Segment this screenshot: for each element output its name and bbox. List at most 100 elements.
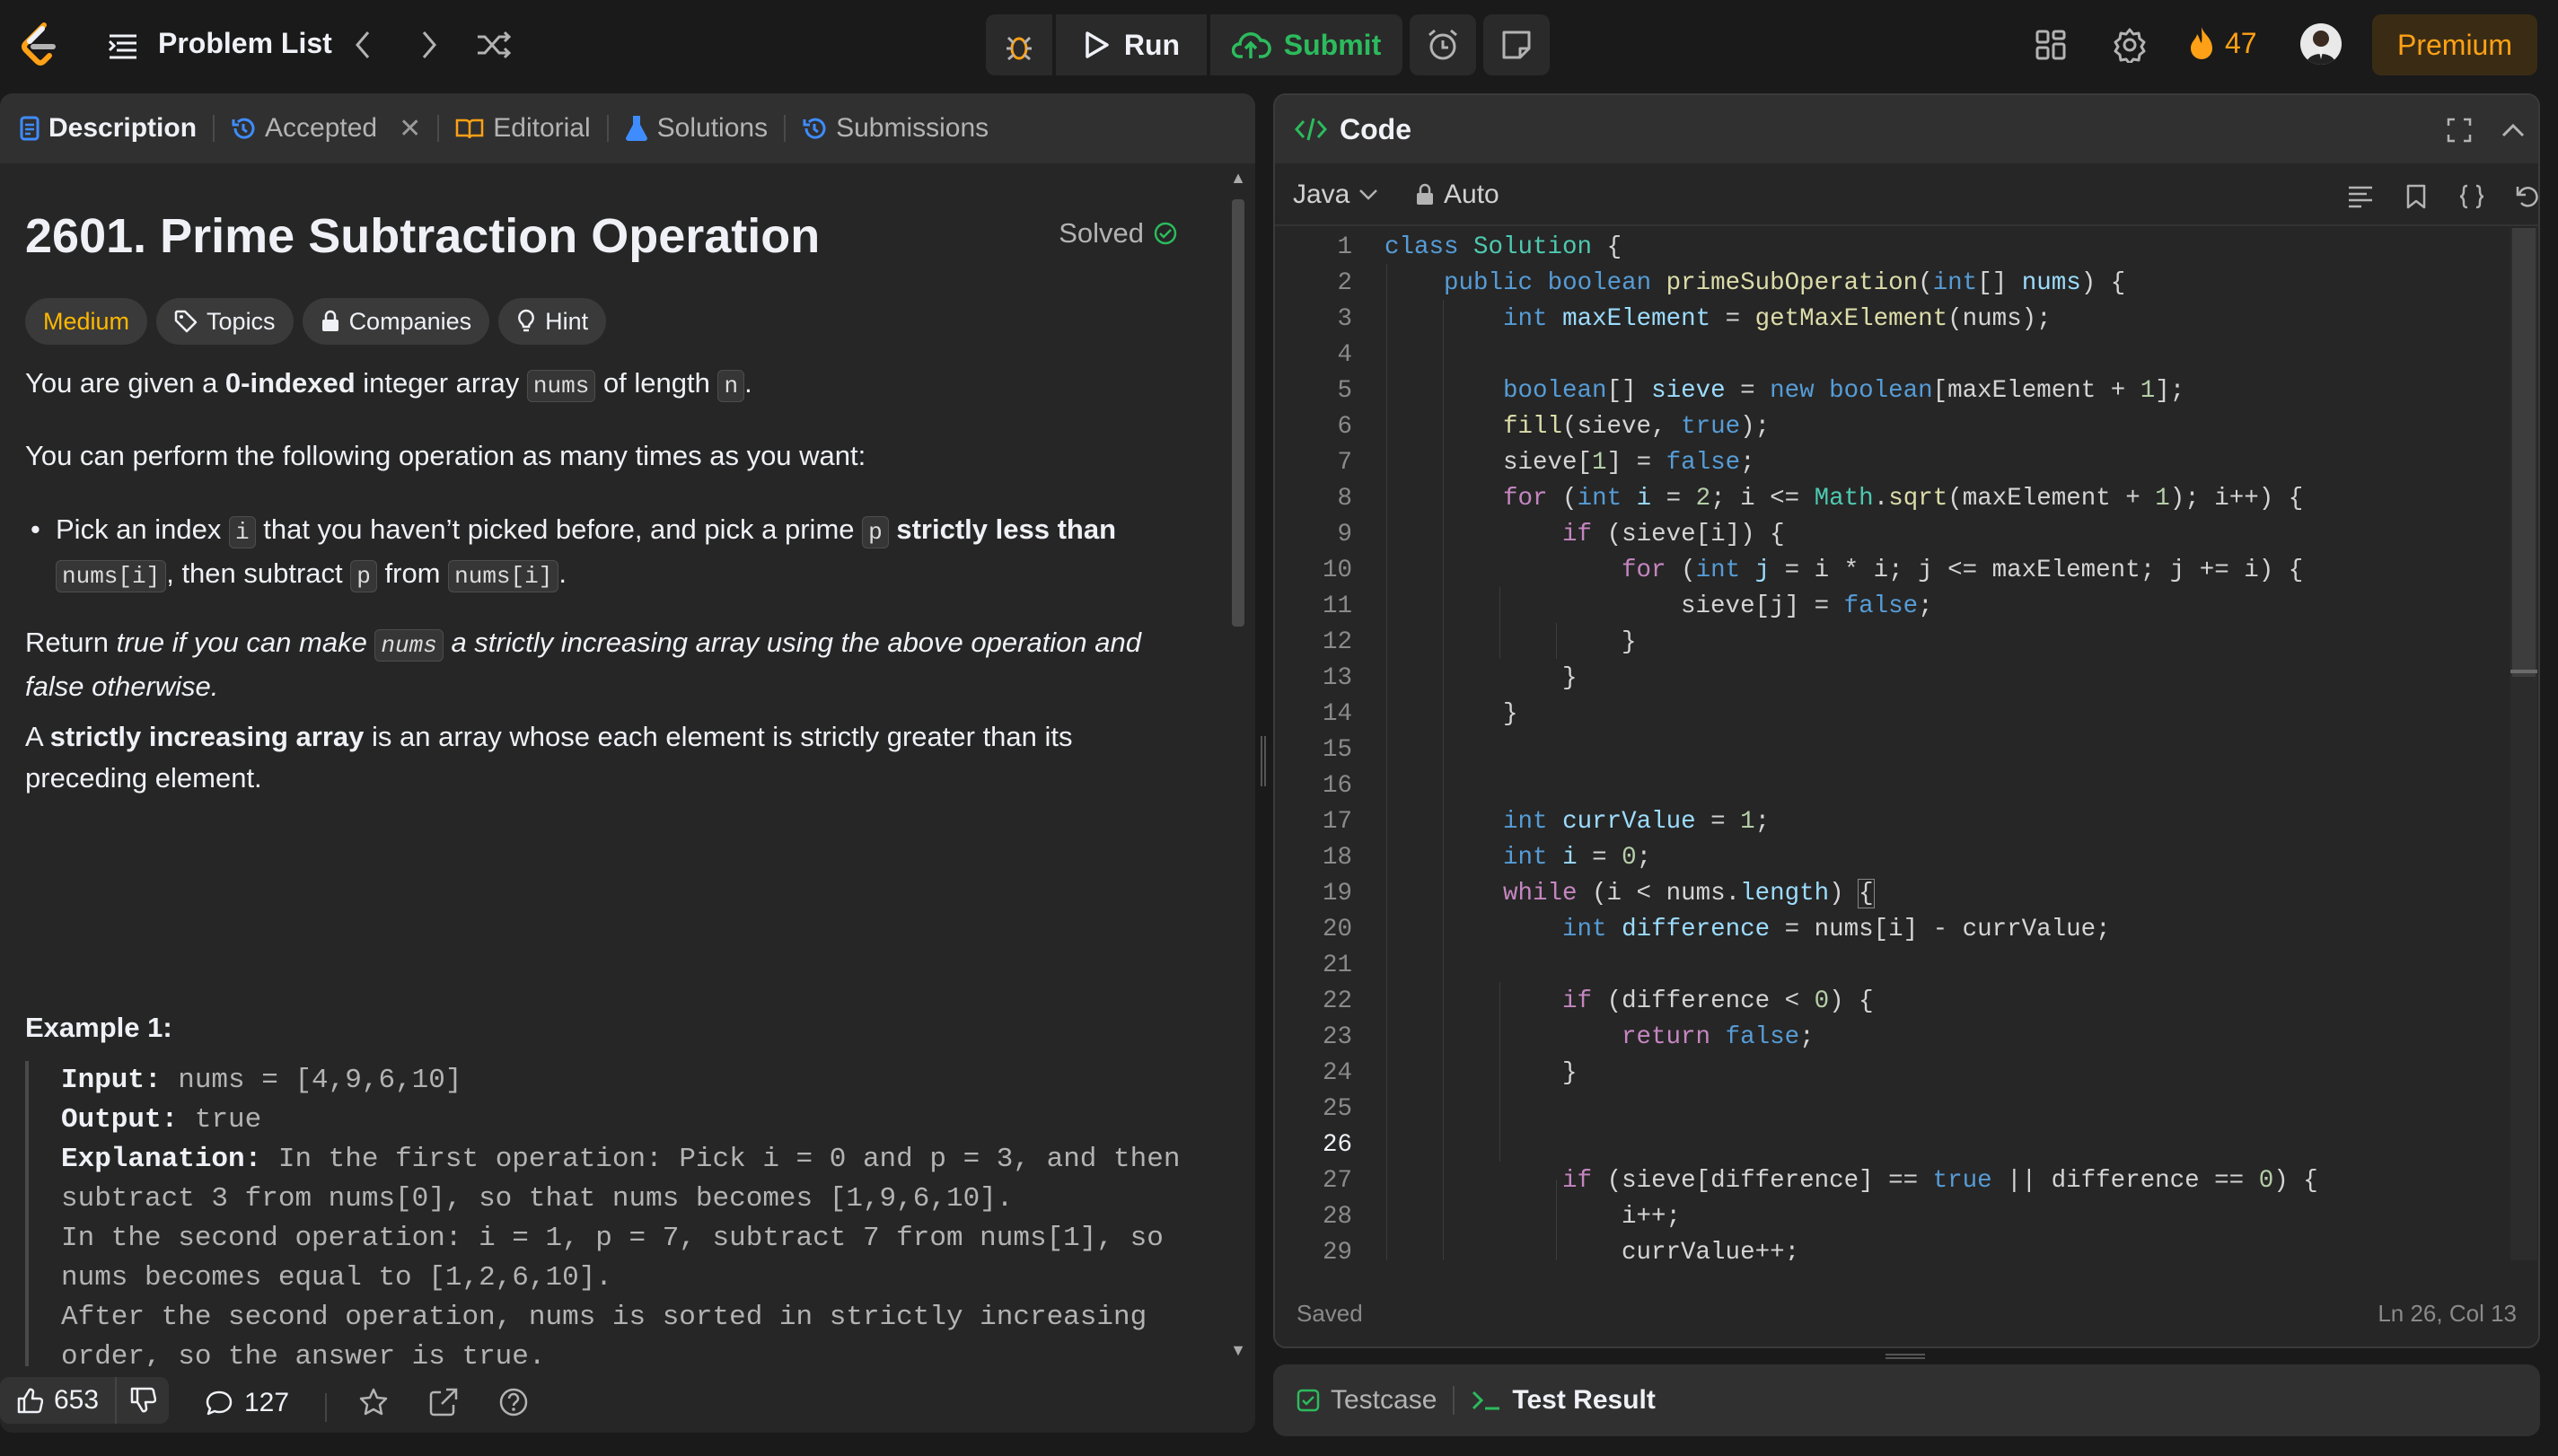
auto-mode[interactable]: Auto <box>1415 180 1499 210</box>
list-icon[interactable] <box>106 29 140 63</box>
favorite-star-icon[interactable] <box>356 1384 391 1420</box>
hint-chip[interactable]: Hint <box>498 298 607 345</box>
companies-label: Companies <box>348 307 472 335</box>
next-problem-icon[interactable] <box>411 25 447 65</box>
line-number: 3 <box>1337 305 1352 333</box>
description-scrollbar[interactable] <box>1232 199 1244 627</box>
scroll-down-arrow[interactable]: ▼ <box>1230 1341 1246 1359</box>
debug-button[interactable] <box>986 14 1052 75</box>
tab-solutions[interactable]: Solutions <box>625 113 768 144</box>
topics-chip[interactable]: Topics <box>156 298 294 345</box>
language-value: Java <box>1293 180 1350 209</box>
code-text: class Solution { <box>1384 233 1622 261</box>
description-tabbar: Description Accepted ✕ Editorial Solutio… <box>0 93 1255 163</box>
code-editor[interactable]: 1 class Solution { 2 public boolean prime… <box>1275 228 2507 1260</box>
code-text: boolean[] sieve = new boolean[maxElement… <box>1503 377 2185 405</box>
help-circle-icon[interactable] <box>496 1384 532 1420</box>
code-line: 12 } <box>1275 625 2507 661</box>
code-text: if (sieve[i]) { <box>1562 521 1785 548</box>
code-line: 21 <box>1275 948 2507 984</box>
editor-toolbar: Java Auto <box>1275 163 2538 226</box>
code-icon <box>1295 118 1327 141</box>
footer-separator <box>325 1393 327 1422</box>
tab-separator <box>1453 1386 1455 1415</box>
note-icon <box>1502 31 1531 59</box>
comments-button[interactable]: 127 <box>205 1388 289 1418</box>
notes-button[interactable] <box>1483 14 1550 75</box>
line-number: 28 <box>1322 1203 1352 1231</box>
line-number: 18 <box>1322 844 1352 872</box>
vertical-resize-handle[interactable] <box>1886 1354 1925 1359</box>
reset-undo-icon[interactable] <box>2512 181 2538 212</box>
language-select[interactable]: Java <box>1293 180 1378 210</box>
code-line: 6 fill(sieve, true); <box>1275 409 2507 445</box>
leetcode-logo-icon[interactable] <box>16 20 61 70</box>
editor-scrollbar-thumb[interactable] <box>2512 228 2536 677</box>
tab-accepted[interactable]: Accepted ✕ <box>231 113 421 145</box>
problem-list-link[interactable]: Problem List <box>158 27 332 60</box>
tag-icon <box>174 310 198 333</box>
like-button[interactable]: 653 <box>0 1377 118 1424</box>
code-text: for (int i = 2; i <= Math.sqrt(maxElemen… <box>1503 485 2304 513</box>
line-number: 23 <box>1322 1023 1352 1051</box>
code-line: 13 } <box>1275 661 2507 697</box>
code-text: } <box>1384 664 1578 692</box>
code-text: fill(sieve, true); <box>1503 413 1771 441</box>
description-paragraph: Return true if you can make nums a stric… <box>25 627 1142 702</box>
topics-label: Topics <box>207 307 276 335</box>
description-paragraph: You can perform the following operation … <box>25 440 866 471</box>
timer-button[interactable] <box>1410 14 1476 75</box>
maximize-icon[interactable] <box>2442 113 2476 147</box>
close-tab-icon[interactable]: ✕ <box>399 113 421 145</box>
code-line: 29 currValue++; <box>1275 1235 2507 1260</box>
tab-submissions[interactable]: Submissions <box>802 113 989 144</box>
run-button[interactable]: Run <box>1056 14 1207 75</box>
code-line: 18 int i = 0; <box>1275 840 2507 876</box>
code-header-label: Code <box>1340 112 1411 145</box>
dislike-button[interactable] <box>117 1377 169 1424</box>
line-number: 20 <box>1322 916 1352 943</box>
input-value: nums = [4,9,6,10] <box>161 1065 462 1096</box>
tab-testcase[interactable]: Testcase <box>1297 1385 1437 1416</box>
code-line: 22 if (difference < 0) { <box>1275 984 2507 1020</box>
format-lines-icon[interactable] <box>2345 181 2376 212</box>
code-text: public boolean primeSubOperation(int[] n… <box>1444 269 2126 297</box>
code-text: if (difference < 0) { <box>1562 987 1874 1015</box>
line-number: 17 <box>1322 808 1352 836</box>
editor-scroll-marker <box>2510 670 2537 673</box>
cloud-upload-icon <box>1231 32 1271 58</box>
bookmark-icon[interactable] <box>2401 181 2431 212</box>
line-number: 9 <box>1337 521 1352 548</box>
code-header: Code <box>1275 95 2538 163</box>
code-line: 28 i++; <box>1275 1199 2507 1235</box>
tab-description[interactable]: Description <box>20 113 197 144</box>
scroll-up-arrow[interactable]: ▲ <box>1230 169 1246 187</box>
chevron-down-icon <box>1359 189 1378 200</box>
shuffle-icon[interactable] <box>474 27 514 63</box>
vote-group: 653 <box>0 1377 170 1424</box>
description-paragraph: A strictly increasing array is an array … <box>25 721 1073 794</box>
code-line: 14 } <box>1275 697 2507 732</box>
premium-button[interactable]: Premium <box>2372 14 2537 75</box>
companies-chip[interactable]: Companies <box>302 298 490 345</box>
settings-gear-icon[interactable] <box>2110 25 2149 65</box>
code-line: 20 int difference = nums[i] - currValue; <box>1275 912 2507 948</box>
braces-icon[interactable] <box>2457 181 2487 212</box>
tab-test-result[interactable]: Test Result <box>1471 1385 1656 1416</box>
line-number: 10 <box>1322 557 1352 584</box>
streak-count[interactable]: 47 <box>2225 27 2257 60</box>
prev-problem-icon[interactable] <box>345 25 381 65</box>
code-line: 7 sieve[1] = false; <box>1275 445 2507 481</box>
user-avatar[interactable] <box>2300 23 2342 65</box>
terminal-icon <box>1472 1390 1500 1410</box>
code-line: 8 for (int i = 2; i <= Math.sqrt(maxElem… <box>1275 481 2507 517</box>
tab-editorial[interactable]: Editorial <box>455 113 591 144</box>
share-icon[interactable] <box>426 1384 461 1420</box>
chevron-up-icon[interactable] <box>2496 113 2530 147</box>
panel-resize-handle[interactable] <box>1261 736 1266 786</box>
line-number: 19 <box>1322 880 1352 908</box>
layout-grid-icon[interactable] <box>2033 27 2069 63</box>
tab-description-label: Description <box>48 113 198 143</box>
fire-streak-icon[interactable] <box>2185 23 2218 65</box>
submit-button[interactable]: Submit <box>1210 14 1402 75</box>
